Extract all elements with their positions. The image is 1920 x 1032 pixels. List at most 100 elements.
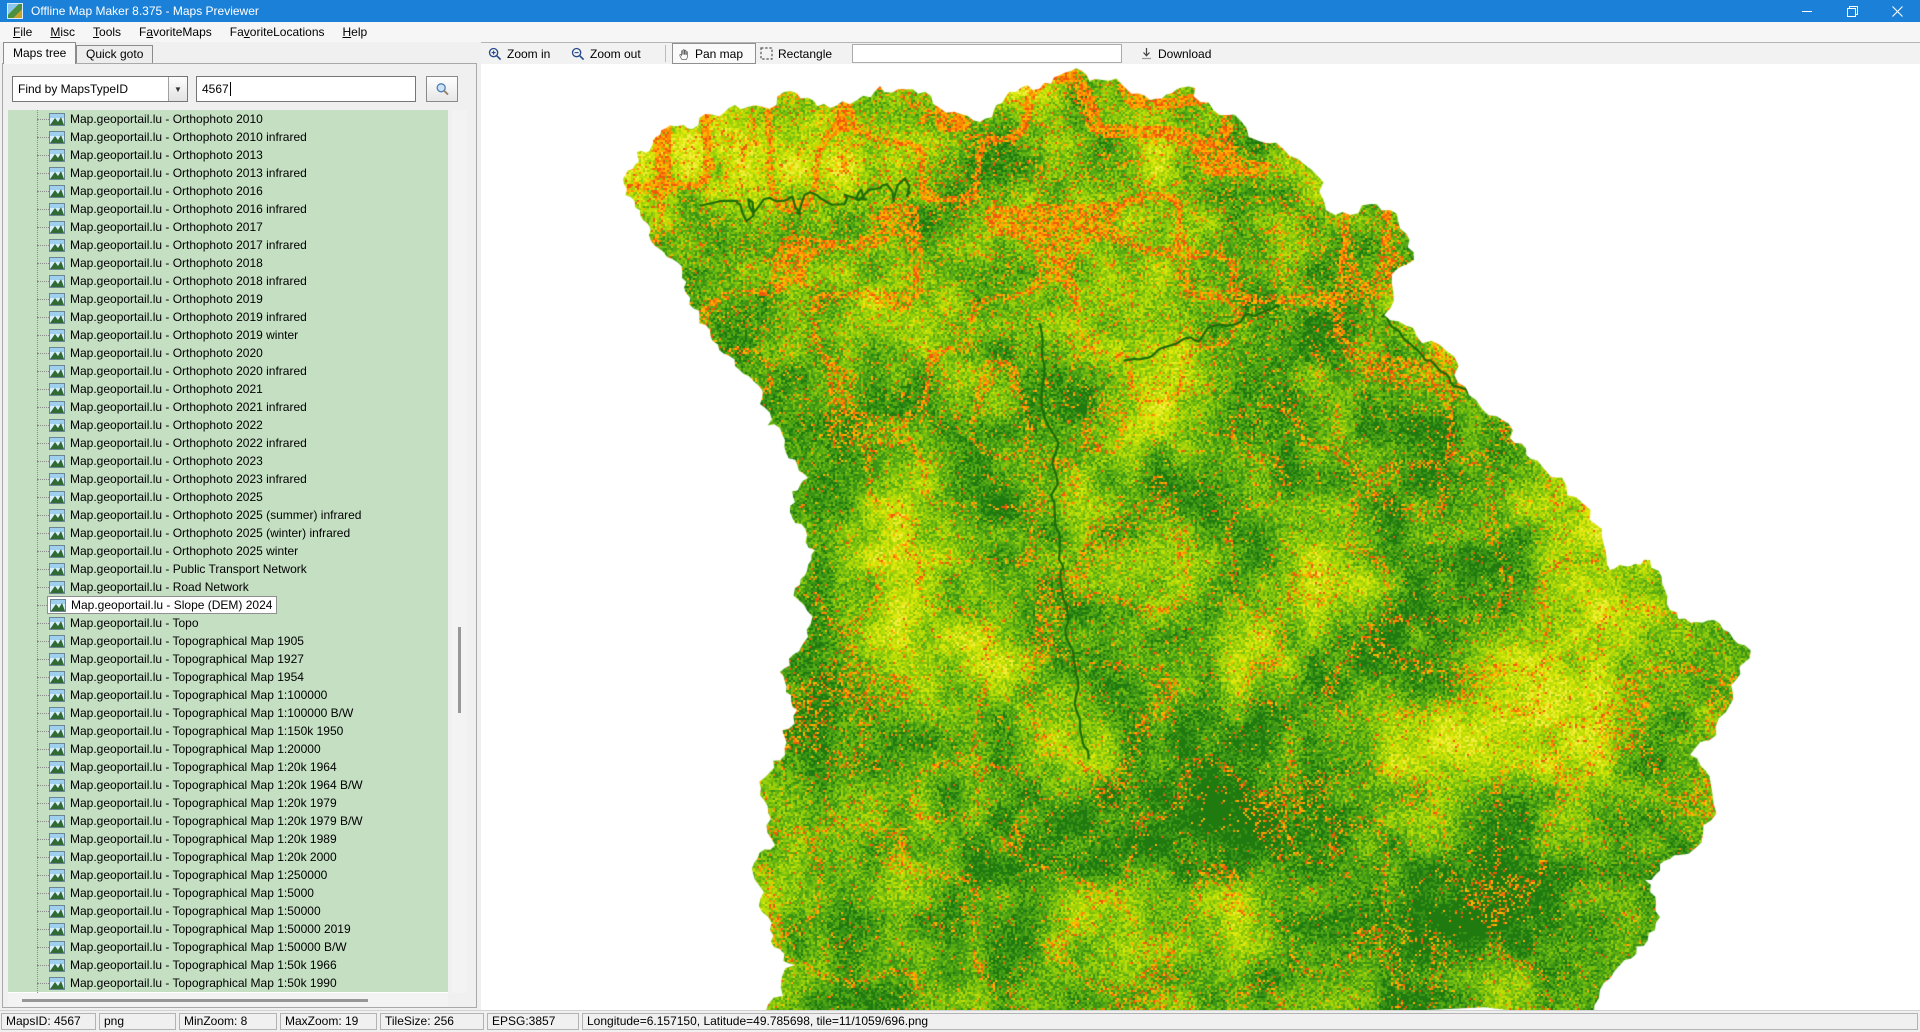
close-button[interactable] [1875,0,1920,22]
zoom-out-label: Zoom out [590,47,641,61]
tree-item-content: Map.geoportail.lu - Topographical Map 1:… [47,975,341,991]
tree-item-content: Map.geoportail.lu - Topographical Map 1:… [47,795,341,811]
tree-item-label: Map.geoportail.lu - Slope (DEM) 2024 [71,598,272,612]
vertical-scrollbar[interactable] [452,110,467,993]
tree-item[interactable]: Map.geoportail.lu - Orthophoto 2022 infr… [8,434,448,452]
tree-item[interactable]: Map.geoportail.lu - Orthophoto 2020 infr… [8,362,448,380]
menu-favoritemaps[interactable]: FavoriteMaps [130,23,221,41]
horizontal-scrollbar[interactable] [8,993,448,1007]
tree-item[interactable]: Map.geoportail.lu - Orthophoto 2013 infr… [8,164,448,182]
tree-item[interactable]: Map.geoportail.lu - Orthophoto 2013 [8,146,448,164]
tree-item[interactable]: Map.geoportail.lu - Topographical Map 1:… [8,974,448,992]
menu-tools[interactable]: Tools [84,23,130,41]
tree-item[interactable]: Map.geoportail.lu - Topographical Map 1:… [8,794,448,812]
search-input[interactable]: 4567 [196,76,416,102]
tree-item[interactable]: Map.geoportail.lu - Orthophoto 2010 [8,110,448,128]
tree-item[interactable]: Map.geoportail.lu - Orthophoto 2023 infr… [8,470,448,488]
tree-item-content: Map.geoportail.lu - Topographical Map 1:… [47,939,351,955]
pan-map-button[interactable]: Pan map [672,43,756,64]
tree-item[interactable]: Map.geoportail.lu - Topographical Map 19… [8,668,448,686]
tree-item[interactable]: Map.geoportail.lu - Road Network [8,578,448,596]
chevron-down-icon[interactable]: ▼ [168,77,187,101]
download-button[interactable]: Download [1135,43,1216,64]
image-thumbnail-icon [49,689,65,702]
tree-item[interactable]: Map.geoportail.lu - Topographical Map 1:… [8,848,448,866]
search-button[interactable] [426,76,458,102]
tree-item[interactable]: Map.geoportail.lu - Orthophoto 2025 wint… [8,542,448,560]
tree-item-label: Map.geoportail.lu - Orthophoto 2022 [70,418,263,432]
tree-item[interactable]: Map.geoportail.lu - Orthophoto 2019 wint… [8,326,448,344]
menu-file[interactable]: File [4,23,41,41]
tree-item[interactable]: Map.geoportail.lu - Topographical Map 1:… [8,704,448,722]
vertical-scrollbar-thumb[interactable] [458,627,461,713]
minimize-button[interactable] [1785,0,1830,22]
tree-item[interactable]: Map.geoportail.lu - Orthophoto 2021 infr… [8,398,448,416]
tree-item-label: Map.geoportail.lu - Topographical Map 1:… [70,814,363,828]
tree-item[interactable]: Map.geoportail.lu - Orthophoto 2020 [8,344,448,362]
image-thumbnail-icon [49,347,65,360]
tree-item[interactable]: Map.geoportail.lu - Topographical Map 1:… [8,920,448,938]
tree-item[interactable]: Map.geoportail.lu - Topo [8,614,448,632]
tree-item-content: Map.geoportail.lu - Topo [47,615,203,631]
tree-item[interactable]: Map.geoportail.lu - Orthophoto 2018 infr… [8,272,448,290]
rectangle-button[interactable]: Rectangle [755,43,837,64]
tree-item[interactable]: Map.geoportail.lu - Topographical Map 1:… [8,938,448,956]
tree-item[interactable]: Map.geoportail.lu - Public Transport Net… [8,560,448,578]
tree-item-label: Map.geoportail.lu - Topographical Map 1:… [70,778,363,792]
image-thumbnail-icon [49,887,65,900]
tree-item[interactable]: Map.geoportail.lu - Orthophoto 2010 infr… [8,128,448,146]
tree-item[interactable]: Map.geoportail.lu - Topographical Map 1:… [8,956,448,974]
tree-hierarchy-line [37,110,38,993]
tree-item-content: Map.geoportail.lu - Orthophoto 2019 wint… [47,327,302,343]
map-canvas[interactable] [481,64,1920,1010]
tree-item[interactable]: Map.geoportail.lu - Orthophoto 2022 [8,416,448,434]
tree-item[interactable]: Map.geoportail.lu - Topographical Map 1:… [8,722,448,740]
menu-misc[interactable]: Misc [41,23,84,41]
tree-item[interactable]: Map.geoportail.lu - Topographical Map 1:… [8,866,448,884]
tree-item[interactable]: Map.geoportail.lu - Orthophoto 2019 infr… [8,308,448,326]
toolbar-separator [665,45,666,62]
tree-item-label: Map.geoportail.lu - Topographical Map 1:… [70,706,353,720]
tree-item[interactable]: Map.geoportail.lu - Orthophoto 2016 [8,182,448,200]
image-thumbnail-icon [49,329,65,342]
tree-item[interactable]: Map.geoportail.lu - Orthophoto 2025 (sum… [8,506,448,524]
tree-item[interactable]: Map.geoportail.lu - Topographical Map 1:… [8,884,448,902]
tab-quick-goto[interactable]: Quick goto [76,45,153,64]
tree-item[interactable]: Map.geoportail.lu - Orthophoto 2025 [8,488,448,506]
tree-item[interactable]: Map.geoportail.lu - Orthophoto 2018 [8,254,448,272]
tree-item-label: Map.geoportail.lu - Topographical Map 1:… [70,904,321,918]
status-min-zoom: MinZoom: 8 [179,1013,277,1030]
tree-item[interactable]: Map.geoportail.lu - Topographical Map 1:… [8,758,448,776]
tree-item[interactable]: Map.geoportail.lu - Orthophoto 2019 [8,290,448,308]
tree-item-label: Map.geoportail.lu - Orthophoto 2010 [70,112,263,126]
restore-button[interactable] [1830,0,1875,22]
tree-item[interactable]: Map.geoportail.lu - Topographical Map 19… [8,632,448,650]
image-thumbnail-icon [49,671,65,684]
pan-map-label: Pan map [695,47,743,61]
menubar: FileMiscToolsFavoriteMapsFavoriteLocatio… [0,22,1920,42]
tree-item-content: Map.geoportail.lu - Public Transport Net… [47,561,311,577]
tree-item[interactable]: Map.geoportail.lu - Topographical Map 1:… [8,686,448,704]
menu-help[interactable]: Help [334,23,377,41]
menu-favoritelocations[interactable]: FavoriteLocations [221,23,334,41]
tree-item[interactable]: Map.geoportail.lu - Slope (DEM) 2024 [8,596,448,614]
tree-item[interactable]: Map.geoportail.lu - Orthophoto 2025 (win… [8,524,448,542]
find-by-dropdown[interactable]: Find by MapsTypeID ▼ [12,76,188,102]
tree-item[interactable]: Map.geoportail.lu - Orthophoto 2016 infr… [8,200,448,218]
tree-item[interactable]: Map.geoportail.lu - Orthophoto 2021 [8,380,448,398]
tree-item[interactable]: Map.geoportail.lu - Topographical Map 1:… [8,830,448,848]
toolbar-input[interactable] [852,44,1122,63]
tree-item[interactable]: Map.geoportail.lu - Orthophoto 2017 [8,218,448,236]
tree-item[interactable]: Map.geoportail.lu - Topographical Map 19… [8,650,448,668]
tree-item[interactable]: Map.geoportail.lu - Topographical Map 1:… [8,902,448,920]
horizontal-scrollbar-thumb[interactable] [22,999,368,1002]
zoom-in-button[interactable]: Zoom in [483,43,555,64]
tree-item[interactable]: Map.geoportail.lu - Orthophoto 2023 [8,452,448,470]
tree-item[interactable]: Map.geoportail.lu - Topographical Map 1:… [8,776,448,794]
tab-maps-tree[interactable]: Maps tree [3,42,76,64]
tree-item[interactable]: Map.geoportail.lu - Topographical Map 1:… [8,812,448,830]
tree-item[interactable]: Map.geoportail.lu - Topographical Map 1:… [8,740,448,758]
tree-item[interactable]: Map.geoportail.lu - Orthophoto 2017 infr… [8,236,448,254]
zoom-out-button[interactable]: Zoom out [566,43,646,64]
image-thumbnail-icon [49,257,65,270]
